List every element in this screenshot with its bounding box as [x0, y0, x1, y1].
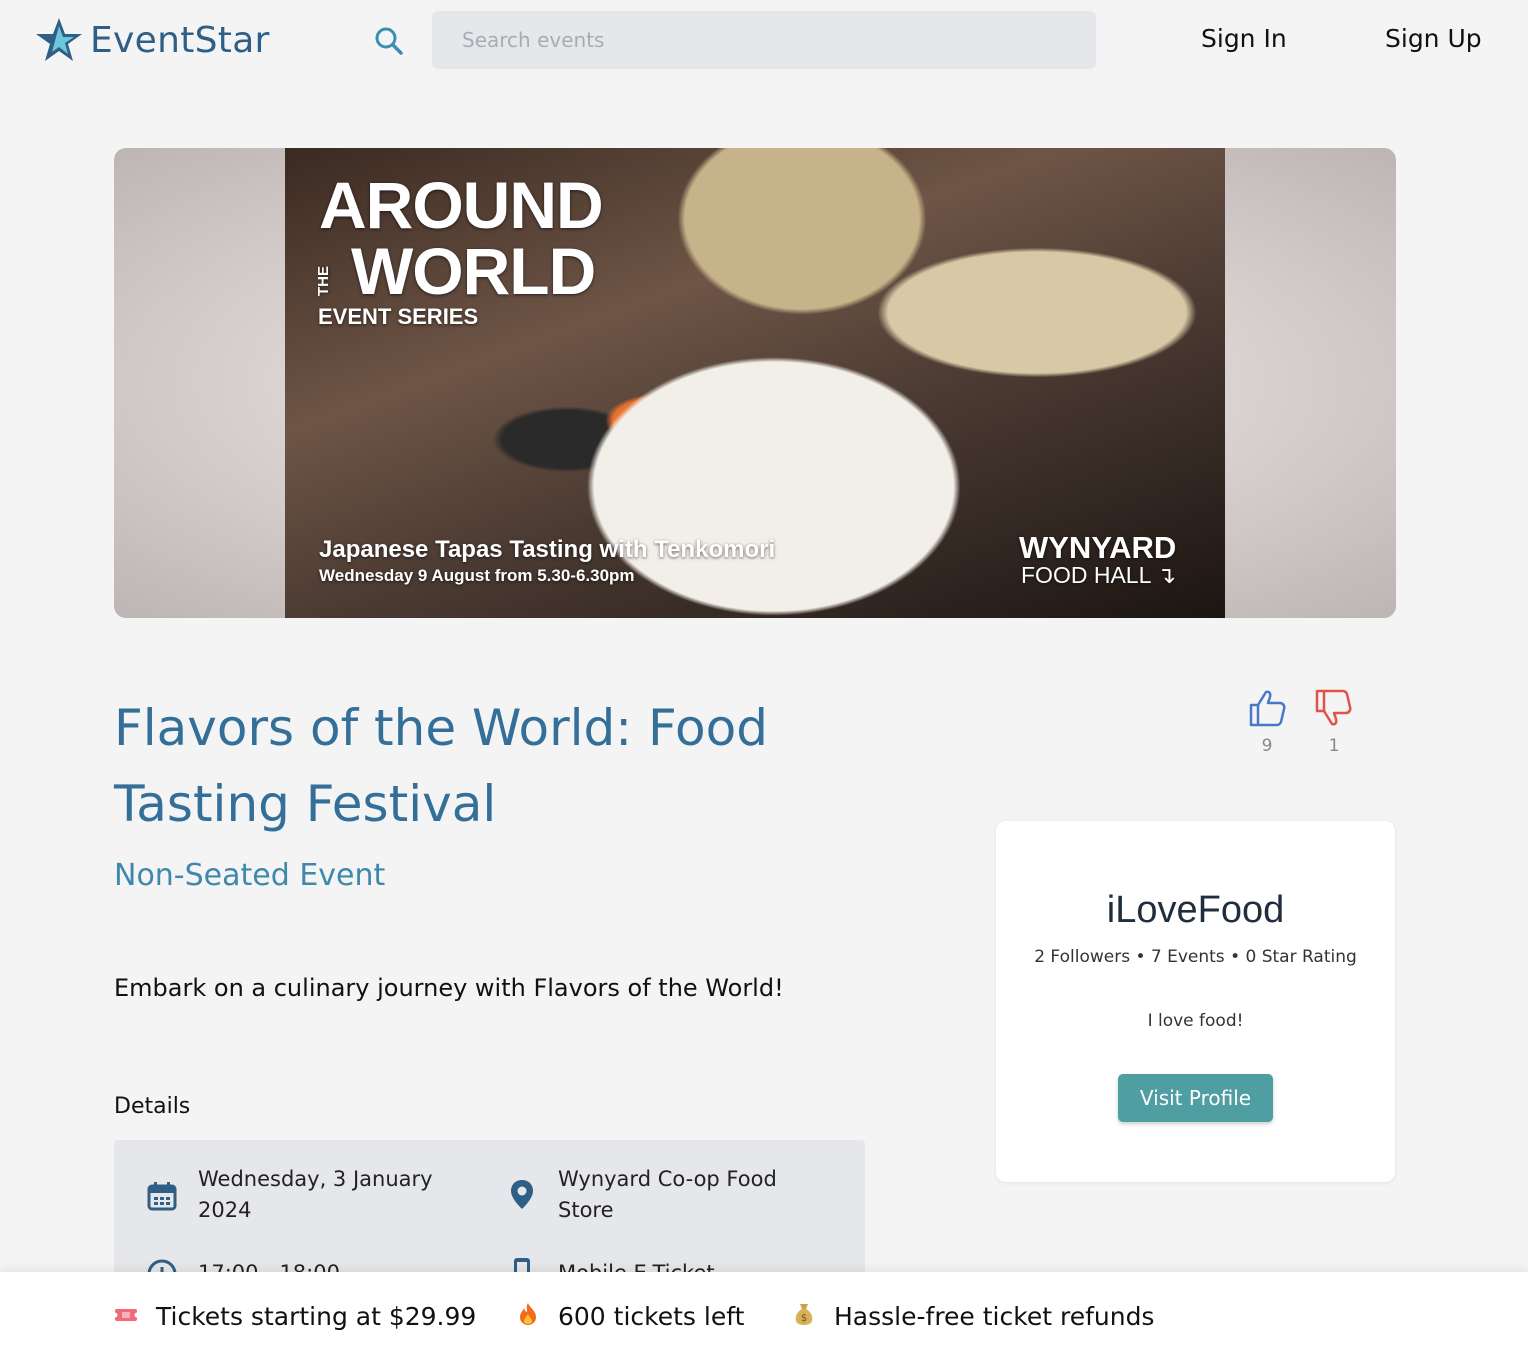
money-bag-icon: $: [792, 1302, 816, 1331]
ticket-icon: [112, 1305, 140, 1329]
refund-text: Hassle-free ticket refunds: [834, 1302, 1155, 1331]
banner-text-world: WORLD: [351, 234, 596, 308]
banner-text-food-hall: FOOD HALL ↴: [1021, 562, 1177, 588]
banner-text-the: THE: [315, 266, 332, 296]
organizer-bio: I love food!: [1147, 1011, 1244, 1031]
organizer-name: iLoveFood: [1106, 889, 1285, 931]
banner-text-series: EVENT SERIES: [318, 304, 479, 329]
event-description: Embark on a culinary journey with Flavor…: [114, 974, 784, 1002]
event-banner: AROUND THE WORLD EVENT SERIES Japanese T…: [114, 148, 1396, 618]
dislike-count: 1: [1328, 736, 1340, 756]
sign-up-link[interactable]: Sign Up: [1385, 24, 1482, 53]
ticket-info-bar: Tickets starting at $29.99 600 tickets l…: [0, 1272, 1528, 1366]
organizer-stats: 2 Followers • 7 Events • 0 Star Rating: [1034, 947, 1357, 967]
like-count: 9: [1261, 736, 1273, 756]
event-date: Wednesday, 3 January 2024: [198, 1167, 433, 1222]
event-location: Wynyard Co-op Food Store: [558, 1167, 777, 1222]
thumbs-up-icon[interactable]: [1248, 688, 1286, 728]
refund-info: $ Hassle-free ticket refunds: [792, 1302, 1154, 1331]
banner-text-around: AROUND: [319, 168, 604, 242]
banner-text-date: Wednesday 9 August from 5.30-6.30pm: [319, 566, 635, 585]
logo-text: EventStar: [90, 19, 270, 61]
fire-icon: [516, 1302, 540, 1331]
svg-text:$: $: [801, 1313, 807, 1324]
price-info: Tickets starting at $29.99: [112, 1302, 477, 1331]
thumbs-down-icon[interactable]: [1314, 688, 1352, 728]
price-text: Tickets starting at $29.99: [156, 1302, 477, 1331]
event-type: Non-Seated Event: [114, 858, 386, 893]
banner-text-venue: WYNYARD: [1019, 530, 1177, 565]
calendar-icon: [147, 1182, 177, 1211]
event-banner-image: AROUND THE WORLD EVENT SERIES Japanese T…: [285, 148, 1225, 618]
sign-in-link[interactable]: Sign In: [1201, 24, 1287, 53]
star-logo-icon: [36, 18, 82, 61]
remaining-text: 600 tickets left: [558, 1302, 745, 1331]
details-heading: Details: [114, 1094, 191, 1119]
search-icon[interactable]: [372, 24, 406, 58]
visit-profile-button[interactable]: Visit Profile: [1118, 1074, 1273, 1122]
top-nav: EventStar Sign In Sign Up: [0, 0, 1528, 82]
search-input[interactable]: [432, 11, 1096, 69]
logo[interactable]: EventStar: [34, 16, 270, 64]
banner-text-event: Japanese Tapas Tasting with Tenkomori: [319, 536, 776, 563]
location-pin-icon: [511, 1180, 533, 1209]
remaining-info: 600 tickets left: [516, 1302, 744, 1331]
organizer-card: iLoveFood 2 Followers • 7 Events • 0 Sta…: [996, 821, 1395, 1182]
event-title: Flavors of the World: Food Tasting Festi…: [114, 699, 768, 833]
